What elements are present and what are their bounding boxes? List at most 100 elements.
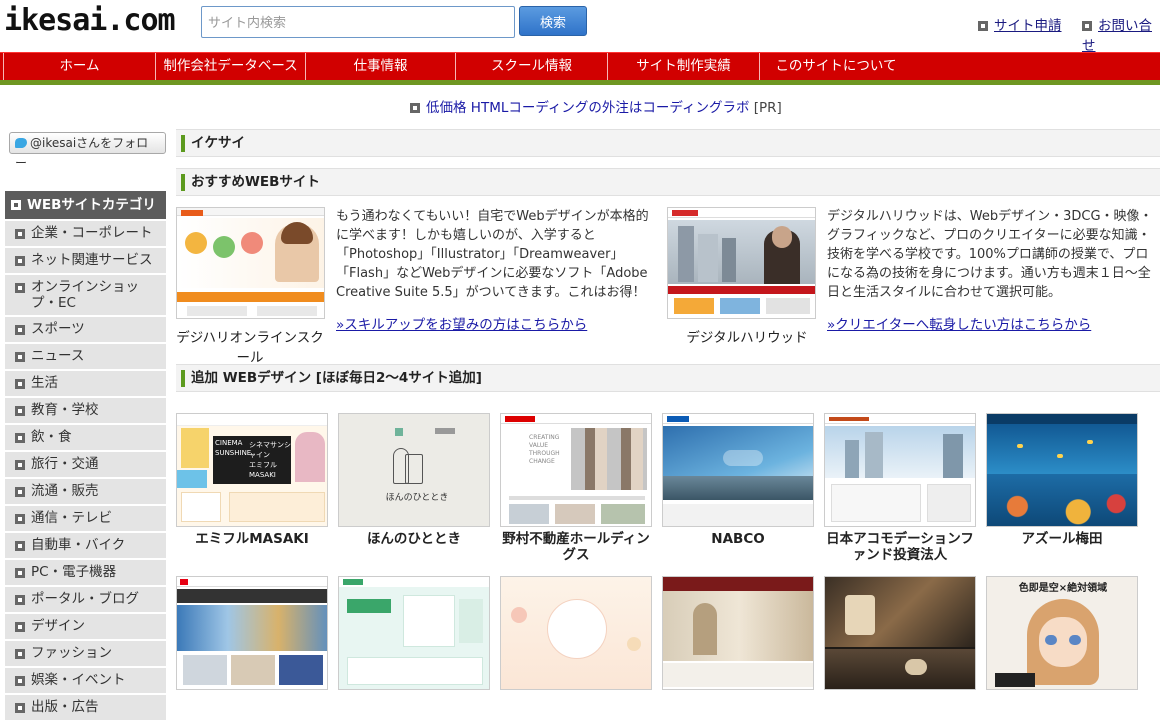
site-name[interactable]: アズール梅田 — [986, 531, 1138, 547]
site-thumbnail[interactable] — [824, 576, 976, 690]
bullet-icon — [15, 229, 25, 239]
site-tile[interactable]: NABCO — [662, 413, 814, 547]
sidebar-category-label: ポータル・ブログ — [31, 591, 139, 607]
contact-label: お問い合せ — [1082, 18, 1152, 54]
nav-item-jobs[interactable]: 仕事情報 — [306, 53, 456, 81]
bullet-icon — [15, 487, 25, 497]
site-tile[interactable] — [338, 576, 490, 690]
site-thumbnail[interactable]: CINEMA SUNSHINE シネマサンシャイン エミフルMASAKI — [176, 413, 328, 527]
bullet-icon — [15, 676, 25, 686]
recommended-name[interactable]: デジハリオンラインスクール — [170, 326, 330, 366]
site-tile[interactable]: ほんのひととき ほんのひととき — [338, 413, 490, 547]
site-thumbnail[interactable] — [662, 413, 814, 527]
bullet-icon — [15, 325, 25, 335]
sidebar-category-item[interactable]: スポーツ — [5, 317, 166, 342]
site-tile[interactable] — [662, 576, 814, 690]
bullet-icon — [15, 406, 25, 416]
sidebar-category-item[interactable]: PC・電子機器 — [5, 560, 166, 585]
sidebar-category-label: 通信・テレビ — [31, 510, 112, 526]
site-logo[interactable]: ikesai.com — [4, 4, 176, 38]
nav-item-works[interactable]: サイト制作実績 — [608, 53, 760, 81]
site-tile[interactable] — [176, 576, 328, 690]
nav-underline — [0, 80, 1160, 85]
sidebar-category-item[interactable]: 通信・テレビ — [5, 506, 166, 531]
bullet-icon — [1082, 21, 1092, 31]
recommended-link-text[interactable]: »クリエイターへ転身したい方はこちらから — [827, 317, 1091, 333]
sidebar-category-item[interactable]: ファッション — [5, 641, 166, 666]
bullet-icon — [978, 21, 988, 31]
contact-link[interactable]: お問い合せ — [1082, 14, 1160, 54]
pr-link[interactable]: 低価格 HTMLコーディングの外注はコーディングラボ — [426, 100, 749, 116]
sidebar-category-label: ネット関連サービス — [31, 252, 153, 268]
sidebar-category-item[interactable]: 教育・学校 — [5, 398, 166, 423]
site-thumbnail[interactable]: 色即是空×絶対領域 — [986, 576, 1138, 690]
search-input[interactable] — [201, 6, 515, 38]
pr-line: 低価格 HTMLコーディングの外注はコーディングラボ [PR] — [410, 96, 782, 116]
recommended-link[interactable]: »スキルアップをお望みの方はこちらから — [336, 313, 587, 333]
sidebar-category-item[interactable]: デザイン — [5, 614, 166, 639]
category-list: 企業・コーポレートネット関連サービスオンラインショップ・EC スポーツニュース生活… — [5, 221, 166, 720]
bullet-icon — [15, 352, 25, 362]
site-thumbnail[interactable] — [824, 413, 976, 527]
site-tile[interactable]: 日本アコモデーションファンド投資法人 — [824, 413, 976, 563]
nav-item-schools[interactable]: スクール情報 — [456, 53, 608, 81]
sidebar-category-label: 生活 — [31, 375, 58, 391]
site-name[interactable]: NABCO — [662, 531, 814, 547]
sidebar-category-item[interactable]: 生活 — [5, 371, 166, 396]
site-name[interactable]: ほんのひととき — [338, 531, 490, 547]
site-name[interactable]: 野村不動産ホールディングス — [500, 531, 652, 563]
site-tile[interactable]: アズール梅田 — [986, 413, 1138, 547]
recommended-link[interactable]: »クリエイターへ転身したい方はこちらから — [827, 313, 1091, 333]
nav-item-about[interactable]: このサイトについて — [760, 53, 912, 81]
site-name[interactable]: 日本アコモデーションファンド投資法人 — [824, 531, 976, 563]
site-header: ikesai.com 検索 サイト申請 お問い合せ — [0, 0, 1160, 55]
tile-text: エミフルMASAKI — [249, 461, 277, 479]
site-thumbnail[interactable] — [176, 576, 328, 690]
site-tile[interactable]: 色即是空×絶対領域 — [986, 576, 1138, 690]
nav-item-home[interactable]: ホーム — [4, 53, 156, 81]
search-button[interactable]: 検索 — [519, 6, 587, 36]
sidebar-category-item[interactable]: ポータル・ブログ — [5, 587, 166, 612]
sidebar-category-item[interactable]: 企業・コーポレート — [5, 221, 166, 246]
sidebar-category-label: スポーツ — [31, 321, 85, 337]
sidebar-category-item[interactable]: ネット関連サービス — [5, 248, 166, 273]
sidebar-category-label: 教育・学校 — [31, 402, 99, 418]
sidebar-category-item[interactable]: 出版・広告 — [5, 695, 166, 720]
recommended-link-text[interactable]: »スキルアップをお望みの方はこちらから — [336, 317, 587, 333]
global-nav: ホーム 制作会社データベース 仕事情報 スクール情報 サイト制作実績 このサイト… — [0, 52, 1160, 81]
sidebar-category-item[interactable]: ニュース — [5, 344, 166, 369]
site-thumbnail[interactable] — [662, 576, 814, 690]
site-apply-link[interactable]: サイト申請 — [978, 14, 1062, 34]
recommended-thumb-digihari-online[interactable] — [176, 207, 325, 319]
site-tile[interactable]: CINEMA SUNSHINE シネマサンシャイン エミフルMASAKI エミフ… — [176, 413, 328, 547]
site-tile[interactable] — [500, 576, 652, 690]
site-thumbnail[interactable] — [986, 413, 1138, 527]
sidebar-category-item[interactable]: 自動車・バイク — [5, 533, 166, 558]
site-thumbnail[interactable] — [338, 576, 490, 690]
site-thumbnail[interactable]: ほんのひととき — [338, 413, 490, 527]
bullet-icon — [15, 703, 25, 713]
bullet-icon — [15, 541, 25, 551]
sidebar-category-item[interactable]: 旅行・交通 — [5, 452, 166, 477]
bullet-icon — [15, 379, 25, 389]
bullet-icon — [15, 433, 25, 443]
pr-tag: [PR] — [753, 100, 782, 116]
site-name[interactable]: エミフルMASAKI — [176, 531, 328, 547]
sidebar-category-item[interactable]: オンラインショップ・EC — [5, 275, 166, 315]
nav-item-company-db[interactable]: 制作会社データベース — [156, 53, 306, 81]
sidebar-category-item[interactable]: 飲・食 — [5, 425, 166, 450]
recommended-name[interactable]: デジタルハリウッド — [667, 326, 827, 346]
site-thumbnail[interactable]: CREATING VALUE THROUGH CHANGE — [500, 413, 652, 527]
sidebar-category-item[interactable]: 娯楽・イベント — [5, 668, 166, 693]
site-tile[interactable]: CREATING VALUE THROUGH CHANGE 野村不動産ホールディ… — [500, 413, 652, 563]
sidebar-category-label: 飲・食 — [31, 429, 72, 445]
twitter-follow-button[interactable]: @ikesaiさんをフォロー — [9, 132, 166, 170]
recommended-thumb-digital-hollywood[interactable] — [667, 207, 816, 319]
site-tile[interactable] — [824, 576, 976, 690]
site-thumbnail[interactable] — [500, 576, 652, 690]
sidebar-category-item[interactable]: 流通・販売 — [5, 479, 166, 504]
tile-text: 色即是空×絶対領域 — [1018, 583, 1108, 594]
bullet-icon — [15, 622, 25, 632]
category-header-label: WEBサイトカテゴリ — [27, 197, 156, 213]
twitter-follow-label: @ikesaiさんをフォロー — [15, 136, 149, 170]
